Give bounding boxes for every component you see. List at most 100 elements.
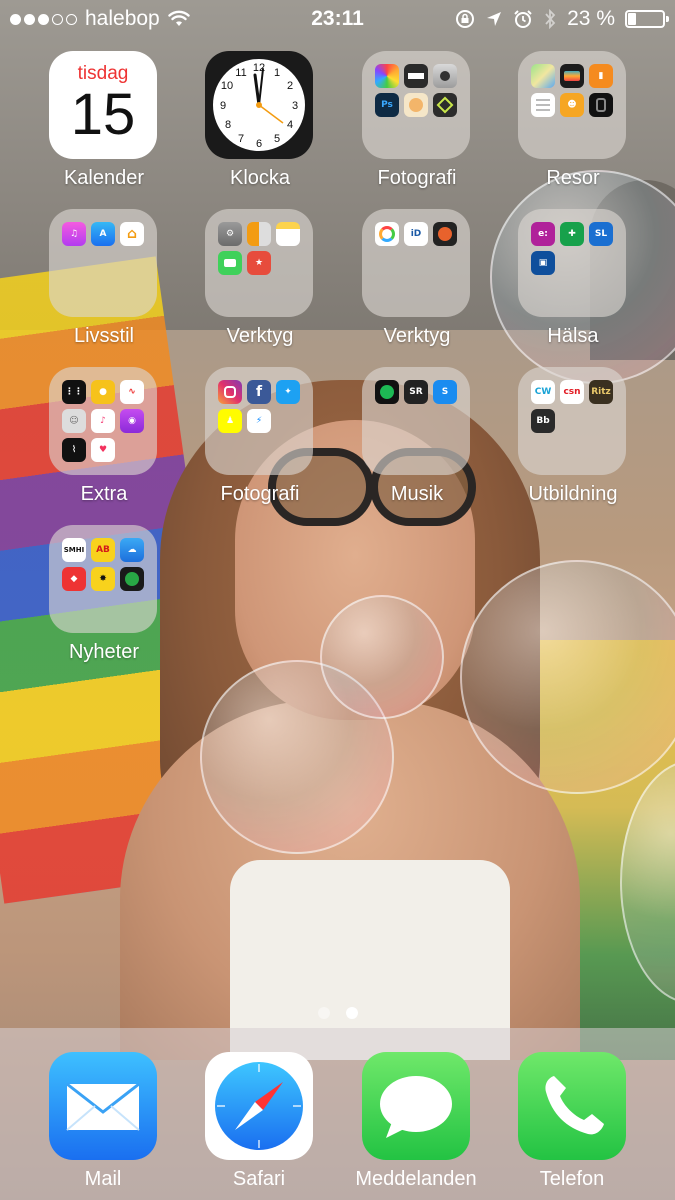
folder-tile[interactable]: SMHI AB ☁ ◆ ✸ xyxy=(49,525,157,633)
folder-label: Utbildning xyxy=(528,483,618,505)
svg-text:8: 8 xyxy=(225,119,231,131)
notes-icon xyxy=(276,222,300,246)
folder-label: Nyheter xyxy=(68,641,140,663)
clock-icon[interactable]: 12 1 2 345 678 9 10 11 xyxy=(205,51,313,159)
svg-text:4: 4 xyxy=(287,119,293,131)
todo-icon: ★ xyxy=(247,251,271,275)
folder-tile[interactable]: e: ✚ SL ▣ xyxy=(518,209,626,317)
app-label: Klocka xyxy=(229,167,291,189)
rotation-lock-icon xyxy=(456,10,475,28)
facebook-icon: f xyxy=(247,380,271,404)
folder-tile[interactable]: SR S xyxy=(362,367,470,475)
maps-icon xyxy=(531,64,555,88)
folder-label: Fotografi xyxy=(220,483,300,505)
page-indicator[interactable] xyxy=(0,1007,675,1019)
family-icon: ☻ xyxy=(560,93,584,117)
face-app-icon xyxy=(404,93,428,117)
reminders-icon xyxy=(531,93,555,117)
csn-icon: csn xyxy=(560,380,584,404)
folder-tile[interactable]: CW csn Ritz Bb xyxy=(518,367,626,475)
dock: Mail Safari Meddelanden Telefon xyxy=(0,1028,675,1200)
svg-text:6: 6 xyxy=(256,138,262,150)
folder-tile[interactable]: ⚙ ★ xyxy=(205,209,313,317)
smhi-icon: SMHI xyxy=(62,538,86,562)
svg-text:1: 1 xyxy=(274,67,280,79)
mail-icon[interactable] xyxy=(49,1052,157,1160)
instagram-icon xyxy=(218,380,242,404)
dock-label: Safari xyxy=(232,1168,286,1190)
podcasts-icon: ◉ xyxy=(120,409,144,433)
dock-label: Meddelanden xyxy=(355,1168,477,1190)
health-icon: ♥ xyxy=(91,438,115,462)
battery-icon xyxy=(625,10,669,28)
calculator-icon xyxy=(247,222,271,246)
camera-icon xyxy=(433,64,457,88)
snapchat-icon: ♟ xyxy=(218,409,242,433)
folder-label: Extra xyxy=(80,483,128,505)
photos-icon xyxy=(375,64,399,88)
music-icon: ♪ xyxy=(91,409,115,433)
wallpaper-bubble xyxy=(320,595,444,719)
calc-dark-icon: ⋮⋮ xyxy=(62,380,86,404)
itunes-store-icon: ♫ xyxy=(62,222,86,246)
svg-text:7: 7 xyxy=(238,133,244,145)
folder-label: Verktyg xyxy=(383,325,451,347)
folder-tile[interactable]: iD xyxy=(362,209,470,317)
folder-label: Verktyg xyxy=(226,325,294,347)
battery-percent: 23 % xyxy=(567,7,615,30)
folder-tile[interactable]: Ps xyxy=(362,51,470,159)
sl-icon: SL xyxy=(589,222,613,246)
safari-icon[interactable] xyxy=(205,1052,313,1160)
folder-tile[interactable]: ⋮⋮ ● ∿ ☺ ♪ ◉ ⌇ ♥ xyxy=(49,367,157,475)
tips-icon: ● xyxy=(91,380,115,404)
news-icon: ◆ xyxy=(62,567,86,591)
expressen-icon: ✸ xyxy=(91,567,115,591)
pharmacy-icon: ✚ xyxy=(560,222,584,246)
svg-text:3: 3 xyxy=(292,100,298,112)
bb-icon: Bb xyxy=(531,409,555,433)
dock-label: Mail xyxy=(84,1168,122,1190)
messages-icon[interactable] xyxy=(362,1052,470,1160)
stocks-icon: ⌇ xyxy=(62,438,86,462)
svg-text:10: 10 xyxy=(221,80,233,92)
folder-label: Resor xyxy=(546,167,600,189)
bluetooth-icon xyxy=(545,9,556,29)
twitter-icon: ✦ xyxy=(276,380,300,404)
svg-text:9: 9 xyxy=(220,100,226,112)
record-icon xyxy=(433,222,457,246)
phone-icon[interactable] xyxy=(518,1052,626,1160)
location-icon xyxy=(487,12,502,26)
folder-label: Livsstil xyxy=(73,325,134,347)
photos-wheel-icon xyxy=(375,222,399,246)
app-store-icon: A xyxy=(91,222,115,246)
messenger-icon: ⚡ xyxy=(247,409,271,433)
e-app-icon: e: xyxy=(531,222,555,246)
clips-icon xyxy=(404,64,428,88)
folder-tile[interactable]: ♫ A ⌂ xyxy=(49,209,157,317)
alarm-icon xyxy=(514,10,532,28)
home-screen: halebop 23:11 23 % tisdag 15 Kalender 12… xyxy=(0,0,675,1200)
svg-text:5: 5 xyxy=(274,133,280,145)
page-dot[interactable] xyxy=(317,1007,330,1019)
wallet-icon xyxy=(560,64,584,88)
folder-tile[interactable]: ▮ ☻ xyxy=(518,51,626,159)
aftonbladet-icon: AB xyxy=(91,538,115,562)
calendar-icon[interactable]: tisdag 15 xyxy=(49,51,157,159)
ritz-icon: Ritz xyxy=(589,380,613,404)
folder-label: Fotografi xyxy=(377,167,457,189)
bankid-icon: iD xyxy=(404,222,428,246)
hyperlapse-icon xyxy=(433,93,457,117)
page-dot-active[interactable] xyxy=(345,1007,358,1019)
folder-label: Hälsa xyxy=(547,325,599,347)
app-label: Kalender xyxy=(63,167,145,189)
radar-icon xyxy=(120,567,144,591)
contacts-icon: ☺ xyxy=(62,409,86,433)
photoshop-icon: Ps xyxy=(375,93,399,117)
ibooks-icon: ▮ xyxy=(589,64,613,88)
svg-text:2: 2 xyxy=(287,80,293,92)
folder-tile[interactable]: f ✦ ♟ ⚡ xyxy=(205,367,313,475)
voice-memo-icon: ∿ xyxy=(120,380,144,404)
folder-label: Musik xyxy=(390,483,444,505)
sr-icon: SR xyxy=(404,380,428,404)
home-icon: ⌂ xyxy=(120,222,144,246)
